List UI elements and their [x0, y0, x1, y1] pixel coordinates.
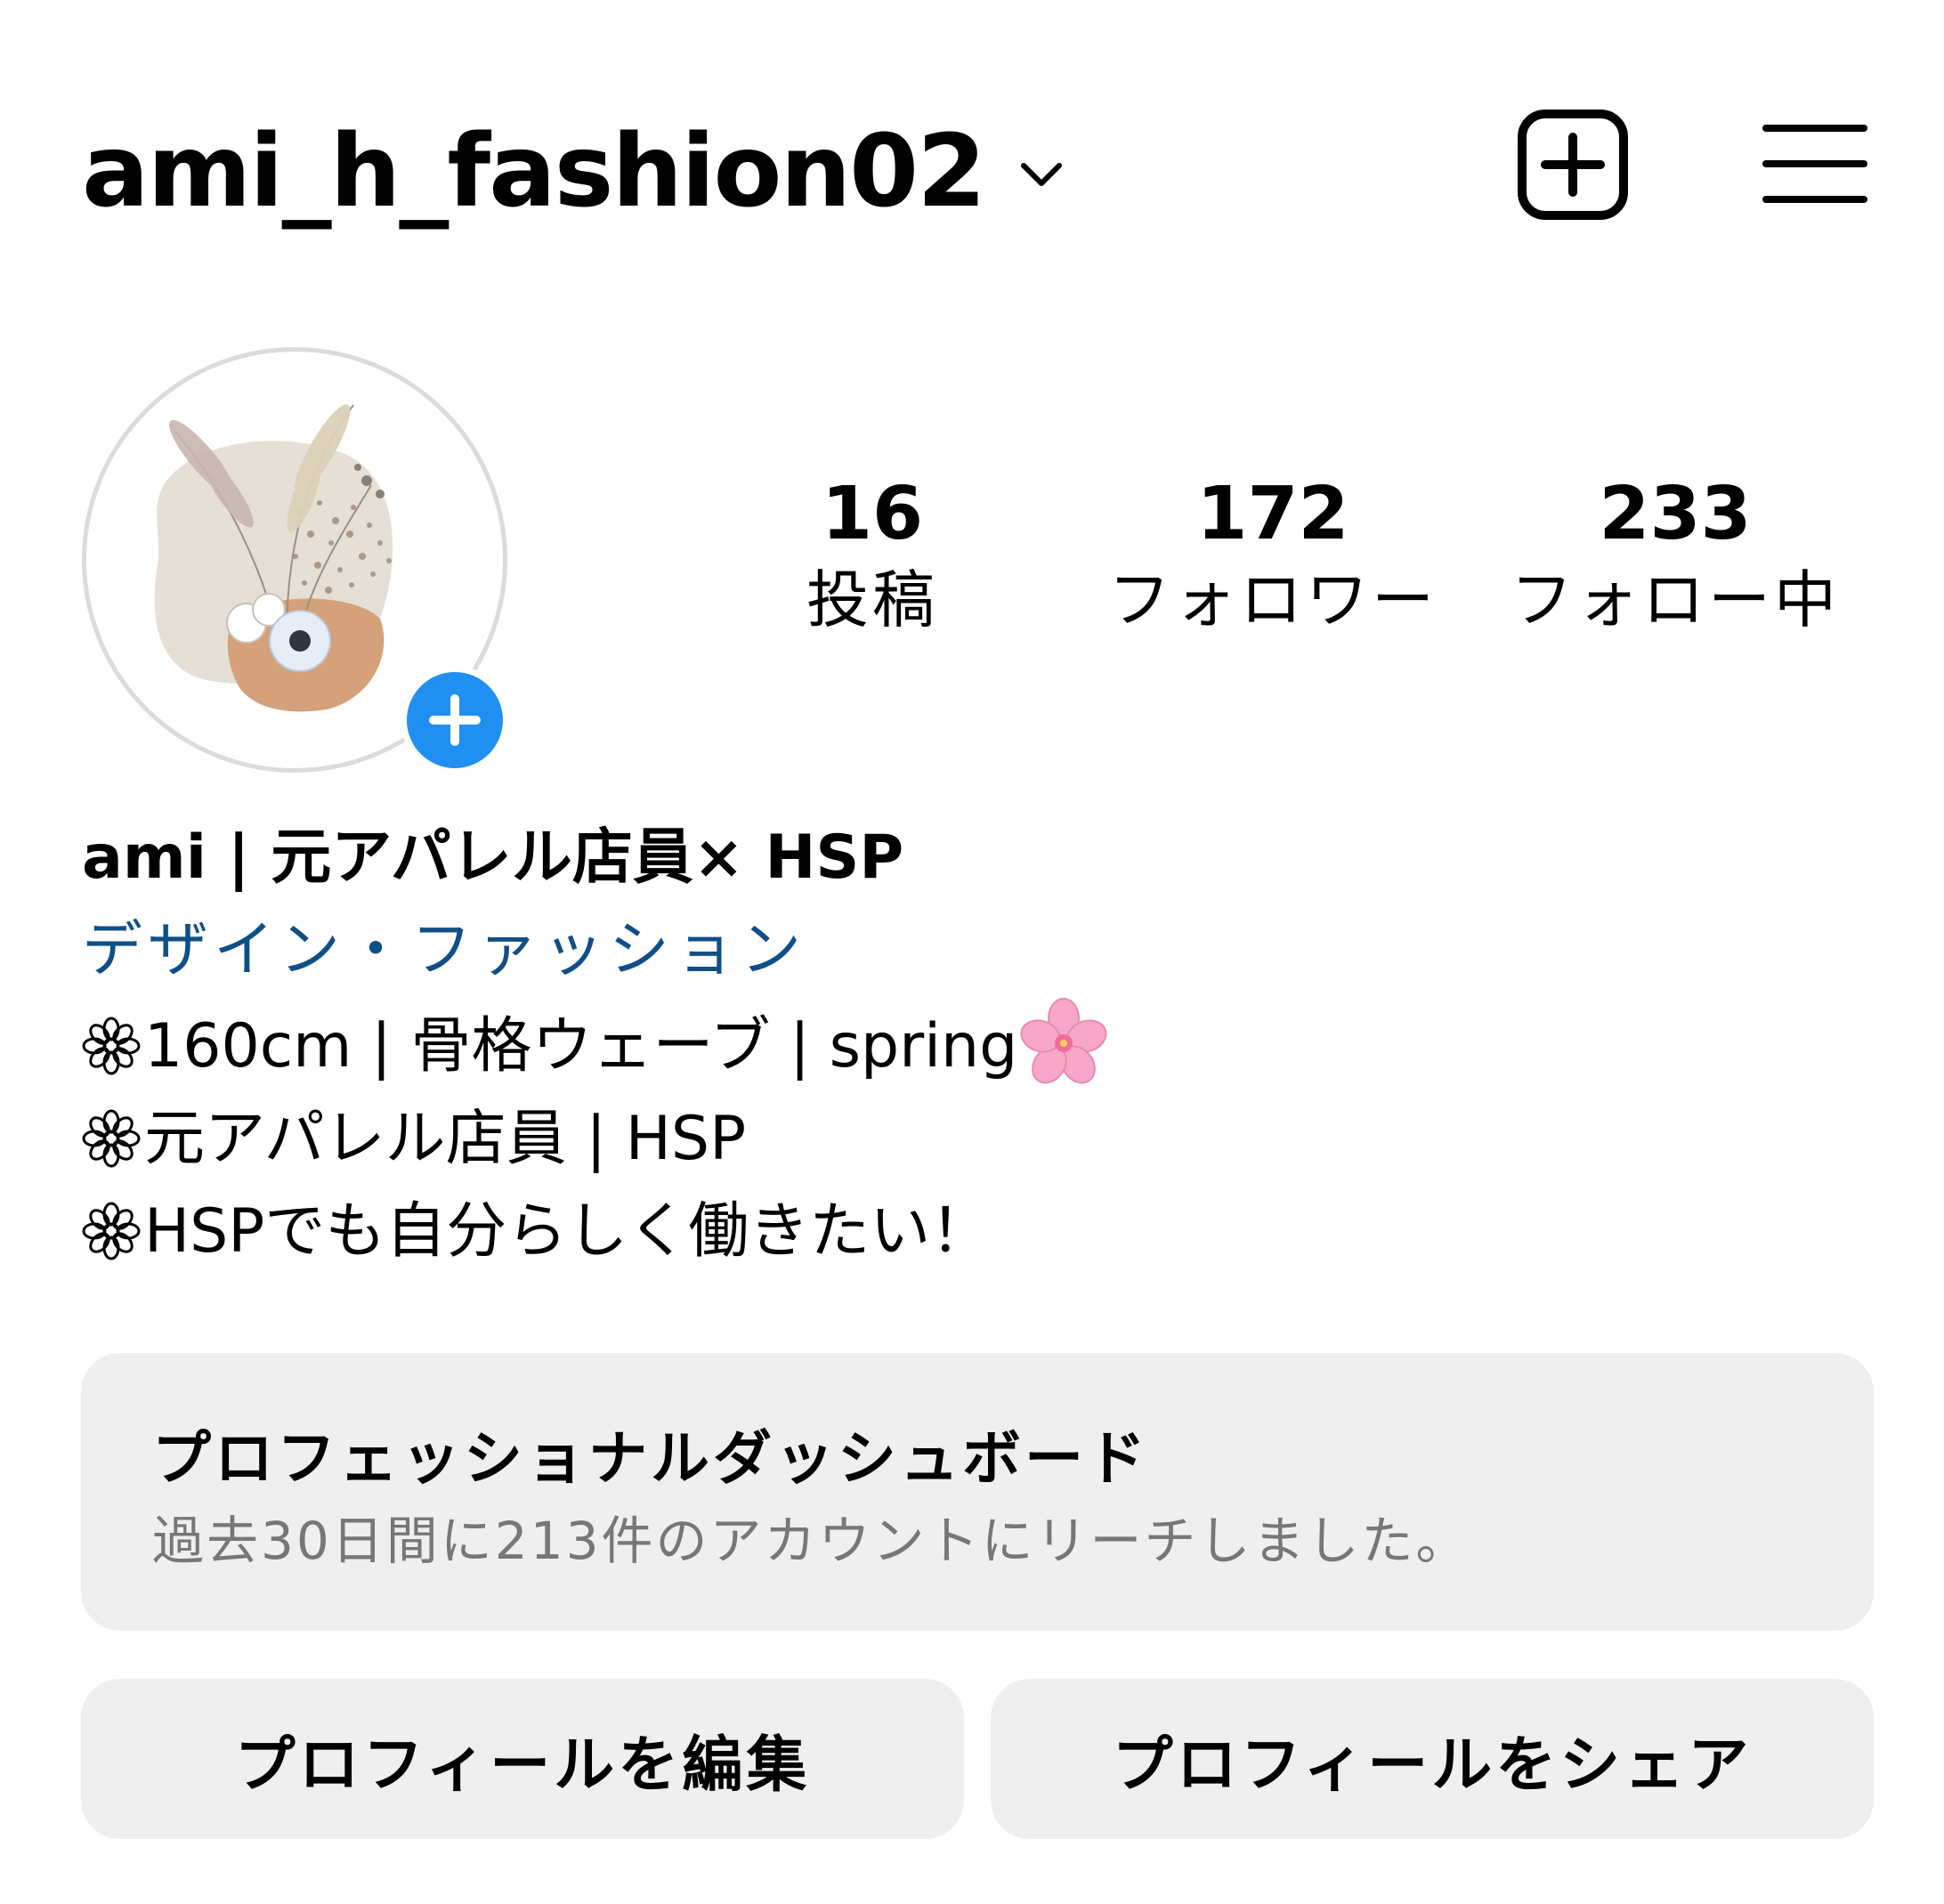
share-profile-label: プロフィールをシェア — [1112, 1730, 1753, 1801]
category-label[interactable]: デザイン・ファッション — [82, 904, 1862, 997]
followers-count: 172 — [1196, 472, 1349, 556]
flower-outline-icon — [82, 1109, 141, 1168]
following-stat[interactable]: 233 フォロー中 — [1488, 470, 1862, 641]
bio-line-text: 元アパレル店員 | HSP — [144, 1104, 747, 1174]
professional-dashboard-card[interactable]: プロフェッショナルダッシュボード 過去30日間に213件のアカウントにリーチしま… — [81, 1353, 1874, 1631]
account-switcher[interactable]: ami_h_fashion02 — [82, 105, 1068, 239]
dashboard-title: プロフェッショナルダッシュボード — [152, 1424, 1149, 1493]
posts-stat[interactable]: 16 投稿 — [685, 470, 1059, 641]
followers-label: フォロワー — [1108, 563, 1438, 636]
bio-line: 160cm | 骨格ウェーブ | spring — [82, 997, 1862, 1093]
display-name: ami | 元アパレル店員× HSP — [82, 822, 904, 893]
following-count: 233 — [1599, 472, 1752, 556]
flower-outline-icon — [82, 1202, 141, 1260]
share-profile-button[interactable]: プロフィールをシェア — [991, 1679, 1874, 1839]
profile-header: ami_h_fashion02 — [82, 105, 1871, 239]
posts-count: 16 — [821, 472, 924, 556]
dashboard-subtitle: 過去30日間に213件のアカウントにリーチしました。 — [152, 1511, 1470, 1571]
add-story-button[interactable] — [401, 666, 509, 774]
cherry-blossom-icon — [1020, 998, 1107, 1084]
chevron-down-icon[interactable] — [1015, 148, 1068, 201]
edit-profile-button[interactable]: プロフィールを編集 — [81, 1679, 964, 1839]
bio-line: HSPでも自分らしく働きたい！ — [82, 1186, 1862, 1278]
posts-label: 投稿 — [806, 563, 938, 636]
edit-profile-label: プロフィールを編集 — [234, 1730, 811, 1801]
add-story-badge — [407, 672, 503, 768]
profile-bio: ami | 元アパレル店員× HSP デザイン・ファッション 160cm | 骨… — [82, 812, 1862, 1278]
plus-circle-icon — [429, 694, 481, 746]
avatar[interactable] — [82, 347, 509, 774]
bio-line: 元アパレル店員 | HSP — [82, 1093, 1862, 1186]
username-title[interactable]: ami_h_fashion02 — [82, 105, 986, 239]
bio-line-text: 160cm | 骨格ウェーブ | spring — [144, 1011, 1018, 1082]
following-label: フォロー中 — [1511, 563, 1840, 636]
bio-line-text: HSPでも自分らしく働きたい！ — [144, 1196, 992, 1267]
followers-stat[interactable]: 172 フォロワー — [1086, 470, 1460, 641]
hamburger-menu-icon[interactable] — [1762, 121, 1867, 207]
plus-square-icon[interactable] — [1517, 109, 1629, 221]
flower-outline-icon — [82, 1017, 141, 1075]
